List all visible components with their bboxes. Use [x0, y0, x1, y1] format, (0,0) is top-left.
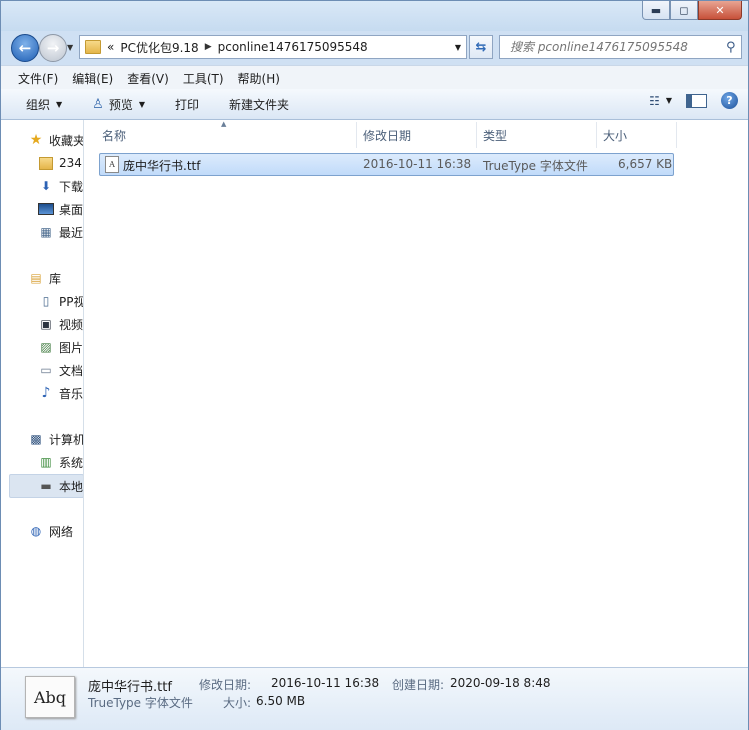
folder-icon — [85, 40, 101, 54]
video-icon: ▣ — [40, 317, 52, 331]
details-pane: Abq 庞中华行书.ttf TrueType 字体文件 修改日期: 2016-1… — [1, 667, 748, 730]
preview-icon: ♙ — [92, 96, 104, 112]
nav-documents[interactable]: ▭ 文档 — [38, 359, 83, 381]
file-list[interactable]: ▲ 名称 修改日期 类型 大小 A 庞中华行书.ttf 2016-10-11 1… — [84, 120, 748, 667]
view-dropdown-icon[interactable]: ▼ — [666, 96, 672, 105]
help-icon[interactable]: ? — [721, 92, 738, 109]
menu-view[interactable]: 查看(V) — [120, 70, 176, 87]
forward-button[interactable]: → — [39, 34, 67, 62]
back-button[interactable]: ← — [11, 34, 39, 62]
details-size-label: 大小: — [223, 696, 252, 710]
preview-button[interactable]: ♙ 预览 ▼ — [72, 92, 155, 116]
nav-pptv[interactable]: ▯ PP视 — [38, 290, 83, 312]
nav-pictures[interactable]: ▨ 图片 — [38, 336, 83, 358]
font-file-icon: A — [105, 156, 119, 173]
nav-network[interactable]: ◍ 网络 — [28, 520, 83, 542]
preview-label: 预览 — [108, 97, 133, 112]
maximize-button[interactable]: ◻ — [670, 1, 698, 20]
menu-edit[interactable]: 编辑(E) — [65, 70, 120, 87]
explorer-window: ▬ ◻ ✕ ← → ▼ « PC优化包9.18 ▶ pconline147617… — [0, 0, 749, 730]
computer-icon: ▩ — [30, 432, 42, 446]
font-preview-text: Abq — [33, 687, 67, 707]
file-row[interactable]: A 庞中华行书.ttf 2016-10-11 16:38 TrueType 字体… — [99, 153, 674, 176]
file-size: 6,657 KB — [618, 157, 673, 171]
address-bar[interactable]: « PC优化包9.18 ▶ pconline1476175095548 ▼ — [79, 35, 467, 59]
details-created-value: 2020-09-18 8:48 — [450, 676, 551, 690]
star-icon: ★ — [29, 132, 43, 148]
search-input[interactable] — [508, 39, 722, 55]
file-name: 庞中华行书.ttf — [123, 159, 201, 173]
nav-system-drive[interactable]: ▥ 系统 — [38, 451, 83, 473]
refresh-button[interactable]: ⇆ — [469, 35, 493, 59]
column-header-type[interactable]: 类型 — [477, 122, 597, 148]
close-button[interactable]: ✕ — [698, 1, 742, 20]
breadcrumb-separator-icon[interactable]: ▶ — [205, 42, 212, 52]
recent-places-icon: ▦ — [40, 225, 52, 239]
minimize-button[interactable]: ▬ — [642, 1, 670, 20]
nav-folder-234[interactable]: 234 — [38, 152, 83, 174]
system-drive-icon: ▥ — [40, 455, 52, 469]
details-created-label: 创建日期: — [392, 678, 445, 692]
title-bar[interactable]: ▬ ◻ ✕ — [1, 1, 748, 31]
chevron-down-icon: ▼ — [56, 99, 63, 109]
font-file-large-icon: Abq — [25, 676, 75, 718]
network-icon: ◍ — [30, 524, 42, 538]
navigation-pane[interactable]: ★ 收藏夹 234 ⬇ 下载 桌面 ▦ 最近 ▤ 库 ▯ PP视 ▣ 视频 ▨ 图片 ▭ 文档 — [1, 120, 84, 667]
library-icon: ▤ — [30, 271, 42, 285]
recent-pages-dropdown[interactable]: ▼ — [67, 43, 73, 52]
address-dropdown-icon[interactable]: ▼ — [455, 43, 461, 52]
local-disk-icon: ▬ — [40, 479, 52, 493]
nav-downloads[interactable]: ⬇ 下载 — [38, 175, 83, 197]
breadcrumb-item[interactable]: PC优化包9.18 — [120, 39, 198, 56]
nav-recent[interactable]: ▦ 最近 — [38, 221, 83, 243]
pictures-icon: ▨ — [40, 340, 52, 354]
downloads-icon: ⬇ — [40, 179, 52, 193]
command-bar: 组织 ▼ ♙ 预览 ▼ 打印 新建文件夹 ☷ ▼ ? — [1, 89, 748, 120]
menu-bar: 文件(F) 编辑(E) 查看(V) 工具(T) 帮助(H) — [1, 65, 748, 90]
desktop-icon — [38, 201, 54, 217]
chevron-down-icon: ▼ — [138, 99, 145, 109]
details-size-value: 6.50 MB — [256, 694, 306, 708]
new-folder-button[interactable]: 新建文件夹 — [209, 92, 299, 116]
file-type: TrueType 字体文件 — [483, 159, 588, 173]
nav-desktop[interactable]: 桌面 — [38, 198, 83, 220]
music-icon: ♪ — [41, 385, 51, 401]
details-modified-label: 修改日期: — [199, 678, 252, 692]
column-header-name[interactable]: 名称 — [96, 122, 357, 148]
column-header-size[interactable]: 大小 — [597, 122, 677, 148]
search-box[interactable]: ⚲ — [499, 35, 742, 59]
change-view-icon[interactable]: ☷ — [649, 94, 660, 108]
organize-button[interactable]: 组织 ▼ — [1, 92, 72, 116]
toolbar-right: ☷ ▼ ? — [649, 92, 738, 109]
nav-favorites[interactable]: ★ 收藏夹 — [28, 129, 83, 151]
organize-label: 组织 — [26, 97, 51, 112]
column-header-modified[interactable]: 修改日期 — [357, 122, 477, 148]
nav-music[interactable]: ♪ 音乐 — [38, 382, 83, 404]
arrow-right-icon: → — [46, 39, 60, 57]
menu-help[interactable]: 帮助(H) — [231, 70, 287, 87]
menu-file[interactable]: 文件(F) — [1, 70, 65, 87]
breadcrumb-item[interactable]: pconline1476175095548 — [218, 40, 368, 54]
nav-local-disk[interactable]: ▬ 本地 — [9, 474, 83, 498]
details-modified-value: 2016-10-11 16:38 — [271, 676, 380, 690]
refresh-icon: ⇆ — [475, 39, 487, 55]
nav-videos[interactable]: ▣ 视频 — [38, 313, 83, 335]
details-filetype: TrueType 字体文件 — [88, 696, 193, 710]
documents-icon: ▭ — [40, 363, 52, 377]
print-button[interactable]: 打印 — [155, 92, 209, 116]
nav-computer[interactable]: ▩ 计算机 — [28, 428, 83, 450]
breadcrumb-overflow[interactable]: « — [107, 40, 114, 54]
search-icon[interactable]: ⚲ — [726, 40, 736, 55]
pptv-icon: ▯ — [42, 294, 50, 308]
file-modified: 2016-10-11 16:38 — [363, 157, 472, 171]
details-filename: 庞中华行书.ttf — [88, 680, 172, 695]
nav-libraries[interactable]: ▤ 库 — [28, 267, 83, 289]
window-controls: ▬ ◻ ✕ — [642, 1, 742, 20]
arrow-left-icon: ← — [18, 39, 32, 57]
menu-tools[interactable]: 工具(T) — [176, 70, 231, 87]
navigation-bar: ← → ▼ « PC优化包9.18 ▶ pconline147617509554… — [1, 31, 748, 65]
folder-icon — [38, 155, 54, 171]
preview-pane-icon[interactable] — [686, 93, 707, 108]
